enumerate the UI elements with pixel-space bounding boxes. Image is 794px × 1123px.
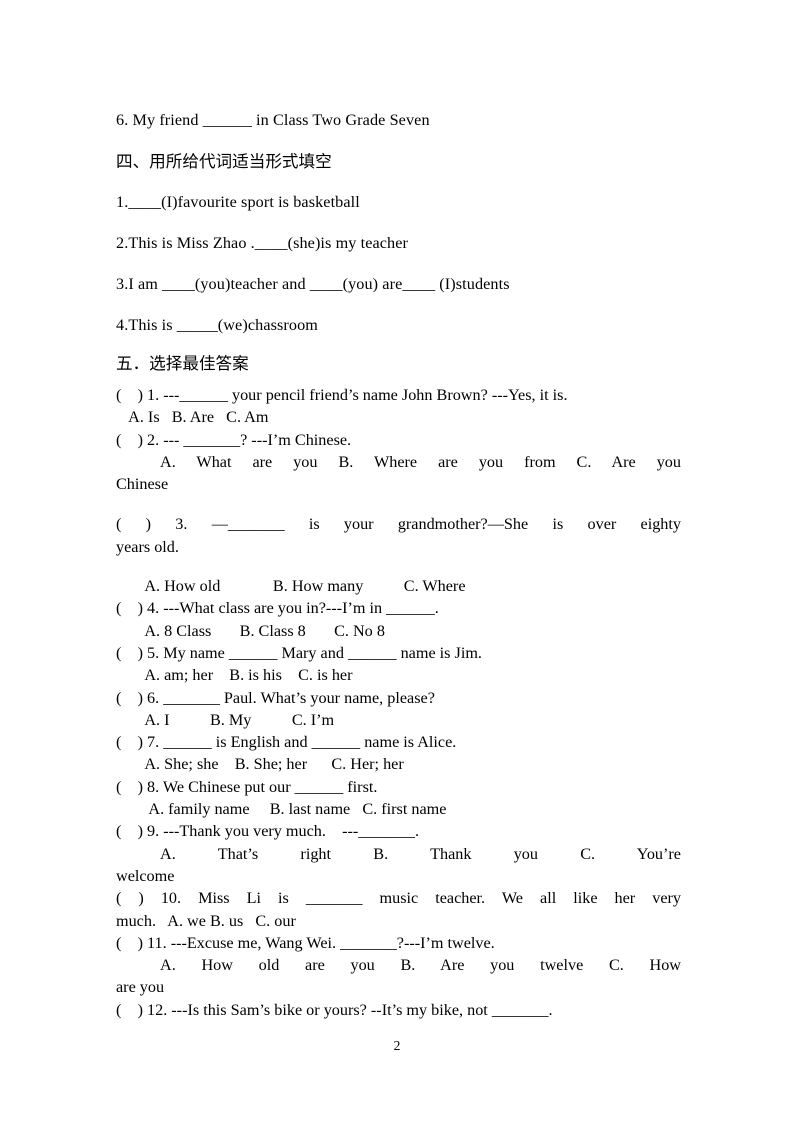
question-stem-wrap-10: much. A. we B. us C. our [116,911,296,930]
question-stem-8: ( ) 8. We Chinese put our ______ first. [116,777,378,796]
question-options-wrap-2: Chinese [116,475,169,494]
question-options-7: A. She; she B. She; her C. Her; her [116,755,404,774]
question-stem-9: ( ) 9. ---Thank you very much. ---______… [116,822,419,841]
question-stem-1: ( ) 1. ---______ your pencil friend’s na… [116,386,568,404]
question-stem-6: ( ) 6. _______ Paul. What’s your name, p… [116,688,435,707]
question-stem-2: ( ) 2. --- _______? ---I’m Chinese. [116,430,352,449]
part4-item-2: 2.This is Miss Zhao .____(she)is my teac… [116,234,409,252]
question-options-2: A. What are you B. Where are you from C.… [160,452,681,471]
part4-heading: 四、用所给代词适当形式填空 [116,152,332,171]
question-stem-4: ( ) 4. ---What class are you in?---I’m i… [116,599,439,618]
document-body: 6. My friend ______ in Class Two Grade S… [116,100,681,1021]
multiple-choice-list: ( ) 1. ---______ your pencil friend’s na… [116,384,681,1021]
question-options-3: A. How old B. How many C. Where [116,577,466,596]
part4-item-4: 4.This is _____(we)chassroom [116,316,318,334]
question-options-6: A. I B. My C. I’m [116,710,335,729]
worksheet-page: 6. My friend ______ in Class Two Grade S… [0,0,794,1123]
question-options-9: A. That’s right B. Thank you C. You’re [160,844,681,863]
question-options-8: A. family name B. last name C. first nam… [116,800,447,819]
question-options-11: A. How old are you B. Are you twelve C. … [160,956,681,975]
part4-item-1: 1.____(I)favourite sport is basketball [116,193,360,211]
question-stem-7: ( ) 7. ______ is English and ______ name… [116,733,457,752]
question-options-wrap-9: welcome [116,866,175,885]
question-stem-11: ( ) 11. ---Excuse me, Wang Wei. _______?… [116,933,495,952]
question-options-wrap-11: are you [116,978,165,997]
question-stem-3: ( ) 3. —_______ is your grandmother?—She… [116,515,681,534]
question-options-5: A. am; her B. is his C. is her [116,666,353,685]
question-stem-10: ( ) 10. Miss Li is _______ music teacher… [116,889,681,908]
question-stem-12: ( ) 12. ---Is this Sam’s bike or yours? … [116,1000,553,1019]
question-stem-5: ( ) 5. My name ______ Mary and ______ na… [116,643,482,662]
question-options-1: A. Is B. Are C. Am [116,408,269,427]
question-stem-wrap-3: years old. [116,537,179,556]
question-options-4: A. 8 Class B. Class 8 C. No 8 [116,621,385,640]
carryover-item-6: 6. My friend ______ in Class Two Grade S… [116,111,430,129]
part4-item-3: 3.I am ____(you)teacher and ____(you) ar… [116,275,510,293]
part5-heading: 五．选择最佳答案 [116,354,249,373]
page-number: 2 [393,1038,401,1053]
